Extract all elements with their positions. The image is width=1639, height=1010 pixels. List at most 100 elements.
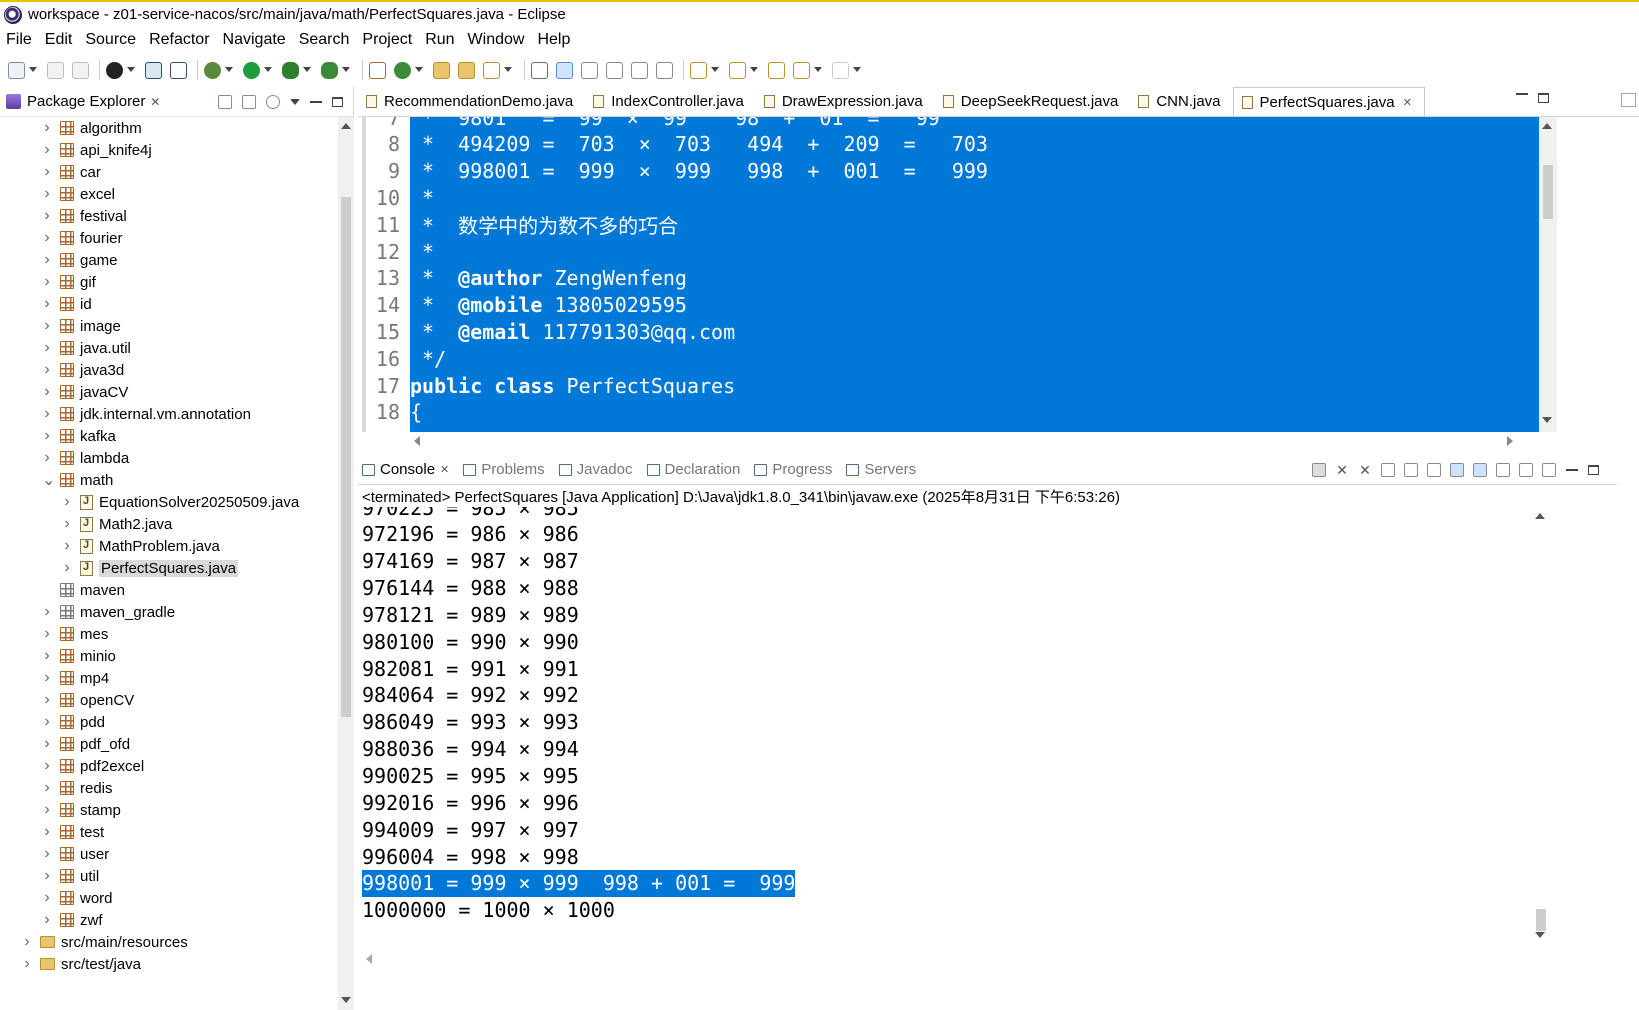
tree-item[interactable]: › excel [0,183,338,205]
search-dropdown-icon[interactable] [504,66,512,74]
tree-item[interactable]: › javaCV [0,381,338,403]
tree-item[interactable]: › stamp [0,799,338,821]
link-with-editor-icon[interactable] [242,94,256,109]
menu-help[interactable]: Help [537,31,570,49]
chevron-right-icon[interactable]: › [42,647,52,665]
tree-item[interactable]: › openCV [0,689,338,711]
menu-navigate[interactable]: Navigate [223,31,286,49]
menu-edit[interactable]: Edit [45,31,73,49]
chevron-right-icon[interactable]: › [42,757,52,775]
chevron-down-icon[interactable]: ⌄ [42,470,55,490]
tree-item[interactable]: › EquationSolver20250509.java [0,491,338,513]
chevron-right-icon[interactable]: › [42,273,52,291]
editor-tab[interactable]: IndexController.java [585,87,756,116]
scroll-left-icon[interactable] [366,954,372,964]
minimize-icon[interactable] [310,100,322,103]
chevron-right-icon[interactable]: › [42,669,52,687]
horizontal-scrollbar[interactable] [360,950,1550,968]
scroll-down-icon[interactable] [341,997,351,1003]
scroll-right-icon[interactable] [1507,436,1513,446]
tree-item[interactable]: › MathProblem.java [0,535,338,557]
filters-icon[interactable] [266,94,280,109]
show-whitespace-icon[interactable] [606,61,623,79]
new-class-dropdown-icon[interactable] [415,66,423,74]
chevron-right-icon[interactable]: › [42,845,52,863]
forward-dropdown-icon[interactable] [853,66,861,74]
scroll-down-icon[interactable] [1542,417,1552,423]
tree-item[interactable]: › Math2.java [0,513,338,535]
tree-item[interactable]: › id [0,293,338,315]
menu-search[interactable]: Search [299,31,350,49]
chevron-right-icon[interactable]: › [42,449,52,467]
view-menu-icon[interactable] [290,98,300,105]
tree-item[interactable]: › pdf_ofd [0,733,338,755]
new-icon[interactable] [8,61,25,79]
tree-item[interactable]: › game [0,249,338,271]
coverage-dropdown-icon[interactable] [303,66,311,74]
open-type-icon[interactable] [433,61,450,79]
remove-launch-icon[interactable]: ✕ [1335,463,1349,477]
tree-item[interactable]: ⌄ math [0,469,338,491]
terminal-icon[interactable] [145,61,162,79]
tree-item[interactable]: › kafka [0,425,338,447]
menu-refactor[interactable]: Refactor [149,31,209,49]
maximize-icon[interactable] [332,96,343,107]
chevron-right-icon[interactable]: › [42,427,52,445]
vertical-scrollbar[interactable] [1532,507,1550,947]
chevron-right-icon[interactable]: › [42,625,52,643]
collapse-all-icon[interactable] [218,94,232,109]
menu-file[interactable]: File [6,31,32,49]
chevron-right-icon[interactable]: › [42,141,52,159]
display-selected-console-icon[interactable] [1519,462,1533,477]
scrollbar-thumb[interactable] [341,197,351,717]
show-on-stderr-icon[interactable] [1473,462,1487,477]
console-output[interactable]: 970225 = 985 × 985 972196 = 986 × 986 9741… [360,507,1530,952]
open-console-icon[interactable] [1542,462,1556,477]
tree-item[interactable]: › java.util [0,337,338,359]
tab-declaration[interactable]: Declaration [646,461,740,478]
previous-annotation-icon[interactable] [729,61,746,79]
tree-item[interactable]: › mes [0,623,338,645]
new-class-icon[interactable] [394,61,411,79]
last-edit-location-icon[interactable] [768,61,785,79]
chevron-right-icon[interactable]: › [42,163,52,181]
restore-icon[interactable] [1621,93,1636,107]
back-dropdown-icon[interactable] [814,66,822,74]
chevron-right-icon[interactable]: › [42,295,52,313]
next-annotation-dropdown-icon[interactable] [711,66,719,74]
tree-item[interactable]: › fourier [0,227,338,249]
tree-item[interactable]: › java3d [0,359,338,381]
chevron-right-icon[interactable]: › [22,933,32,951]
scroll-left-icon[interactable] [414,436,420,446]
chevron-right-icon[interactable]: › [42,185,52,203]
open-perspective-icon[interactable] [106,61,123,79]
chevron-right-icon[interactable]: › [42,361,52,379]
debug-dropdown-icon[interactable] [225,66,233,74]
chevron-right-icon[interactable]: › [42,867,52,885]
tree-item[interactable]: › zwf [0,909,338,931]
chevron-right-icon[interactable]: › [42,801,52,819]
chevron-right-icon[interactable]: › [62,559,72,577]
tree-item[interactable]: › jdk.internal.vm.annotation [0,403,338,425]
tree-item[interactable]: › test [0,821,338,843]
tree-item[interactable]: › pdf2excel [0,755,338,777]
chevron-right-icon[interactable]: › [42,779,52,797]
editor-tab[interactable]: RecommendationDemo.java [358,87,585,116]
editor-tab[interactable]: PerfectSquares.java ✕ [1232,87,1425,116]
pin-console-icon[interactable] [1496,462,1510,477]
tree-item[interactable]: › user [0,843,338,865]
tree-item[interactable]: › algorithm [0,117,338,139]
tab-problems[interactable]: Problems [463,461,545,478]
chevron-right-icon[interactable]: › [62,493,72,511]
show-on-stdout-icon[interactable] [1450,462,1464,477]
chevron-right-icon[interactable]: › [62,537,72,555]
word-wrap-icon[interactable] [1427,462,1441,477]
vertical-scrollbar[interactable] [338,117,354,1010]
menu-source[interactable]: Source [85,31,136,49]
tree-item[interactable]: › minio [0,645,338,667]
minimize-icon[interactable] [1566,468,1578,471]
scrollbar-thumb[interactable] [1536,909,1546,931]
chevron-right-icon[interactable]: › [22,955,32,973]
chevron-right-icon[interactable]: › [42,713,52,731]
scroll-up-icon[interactable] [1535,513,1545,519]
